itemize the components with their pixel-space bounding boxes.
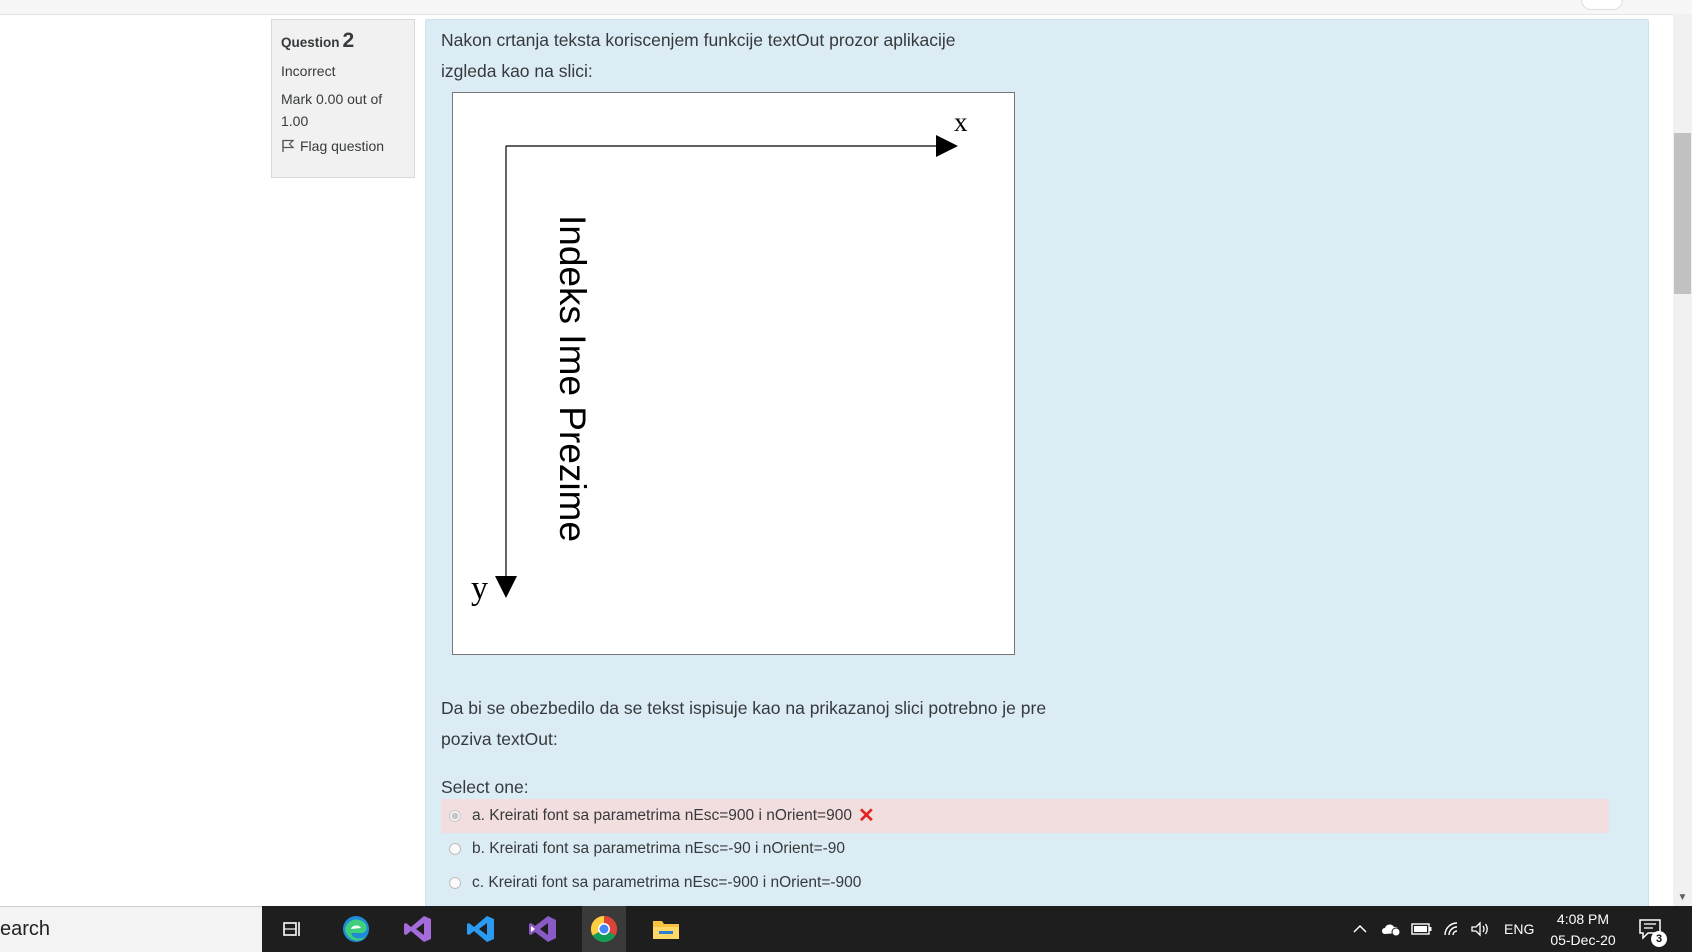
question-info-panel: Question 2 Incorrect Mark 0.00 out of 1.0… xyxy=(271,19,415,178)
edge-browser-icon[interactable] xyxy=(340,913,372,945)
question-figure: x y Indeks Ime Prezime xyxy=(452,92,1015,655)
y-axis-arrow xyxy=(495,576,517,598)
question-state: Incorrect xyxy=(281,63,336,79)
flag-icon xyxy=(282,139,295,152)
option-a-label: a. Kreirati font sa parametrima nEsc=900… xyxy=(472,807,852,824)
x-axis-label: x xyxy=(954,107,968,137)
question-grade: Mark 0.00 out of 1.00 xyxy=(281,91,383,129)
question-number-value: 2 xyxy=(342,29,355,52)
y-axis-label: y xyxy=(471,570,488,607)
option-c-label: c. Kreirati font sa parametrima nEsc=-90… xyxy=(472,874,862,891)
question-text-intro: Nakon crtanja teksta koriscenjem funkcij… xyxy=(441,30,956,81)
visual-studio-alt-icon[interactable] xyxy=(527,913,559,945)
language-indicator[interactable]: ENG xyxy=(1504,906,1534,952)
question-label: Question xyxy=(281,35,340,50)
chrome-icon[interactable] xyxy=(582,906,626,952)
search-text: earch xyxy=(0,918,51,940)
answer-option-b[interactable]: b. Kreirati font sa parametrima nEsc=-90… xyxy=(441,832,1609,866)
battery-icon[interactable] xyxy=(1411,906,1433,952)
taskbar-search-box[interactable]: earch xyxy=(0,906,262,952)
wifi-icon[interactable] xyxy=(1443,906,1463,952)
coordinate-diagram: x y Indeks Ime Prezime xyxy=(471,107,968,607)
question-text-main: Da bi se obezbedilo da se tekst ispisuje… xyxy=(441,698,1047,749)
tray-chevron-icon[interactable] xyxy=(1352,906,1368,952)
browser-top-bar xyxy=(0,0,1692,15)
vscode-icon[interactable] xyxy=(465,913,497,945)
answer-option-c[interactable]: c. Kreirati font sa parametrima nEsc=-90… xyxy=(441,866,1609,900)
question-content: Nakon crtanja teksta koriscenjem funkcij… xyxy=(425,19,1649,909)
x-axis-arrow xyxy=(936,135,958,157)
file-explorer-icon[interactable] xyxy=(650,913,682,945)
option-a-radio[interactable] xyxy=(449,810,461,822)
answer-option-a[interactable]: a. Kreirati font sa parametrima nEsc=900… xyxy=(441,799,1609,833)
scroll-down-arrow-icon[interactable]: ▼ xyxy=(1673,890,1692,906)
clock-time: 4:08 PM xyxy=(1556,911,1610,927)
notification-count-badge: 3 xyxy=(1651,931,1667,947)
option-c-radio[interactable] xyxy=(449,877,461,889)
clock-date: 05-Dec-20 xyxy=(1550,932,1616,948)
answer-prompt: Select one: xyxy=(441,777,529,797)
question-number: Question 2 xyxy=(281,29,405,53)
volume-icon[interactable] xyxy=(1470,906,1490,952)
onedrive-icon[interactable] xyxy=(1380,906,1402,952)
task-view-icon[interactable] xyxy=(277,913,309,945)
flag-question-link[interactable]: Flag question xyxy=(281,138,405,154)
scrollbar-thumb[interactable] xyxy=(1674,133,1691,294)
option-b-label: b. Kreirati font sa parametrima nEsc=-90… xyxy=(472,840,846,857)
user-avatar[interactable] xyxy=(1581,0,1623,10)
system-clock[interactable]: 4:08 PM 05-Dec-20 xyxy=(1543,909,1623,951)
flag-question-label: Flag question xyxy=(300,138,385,154)
option-b-radio[interactable] xyxy=(449,843,461,855)
visual-studio-icon[interactable] xyxy=(402,913,434,945)
incorrect-icon: ✕ xyxy=(857,805,875,827)
rotated-text: Indeks Ime Prezime xyxy=(552,215,593,542)
